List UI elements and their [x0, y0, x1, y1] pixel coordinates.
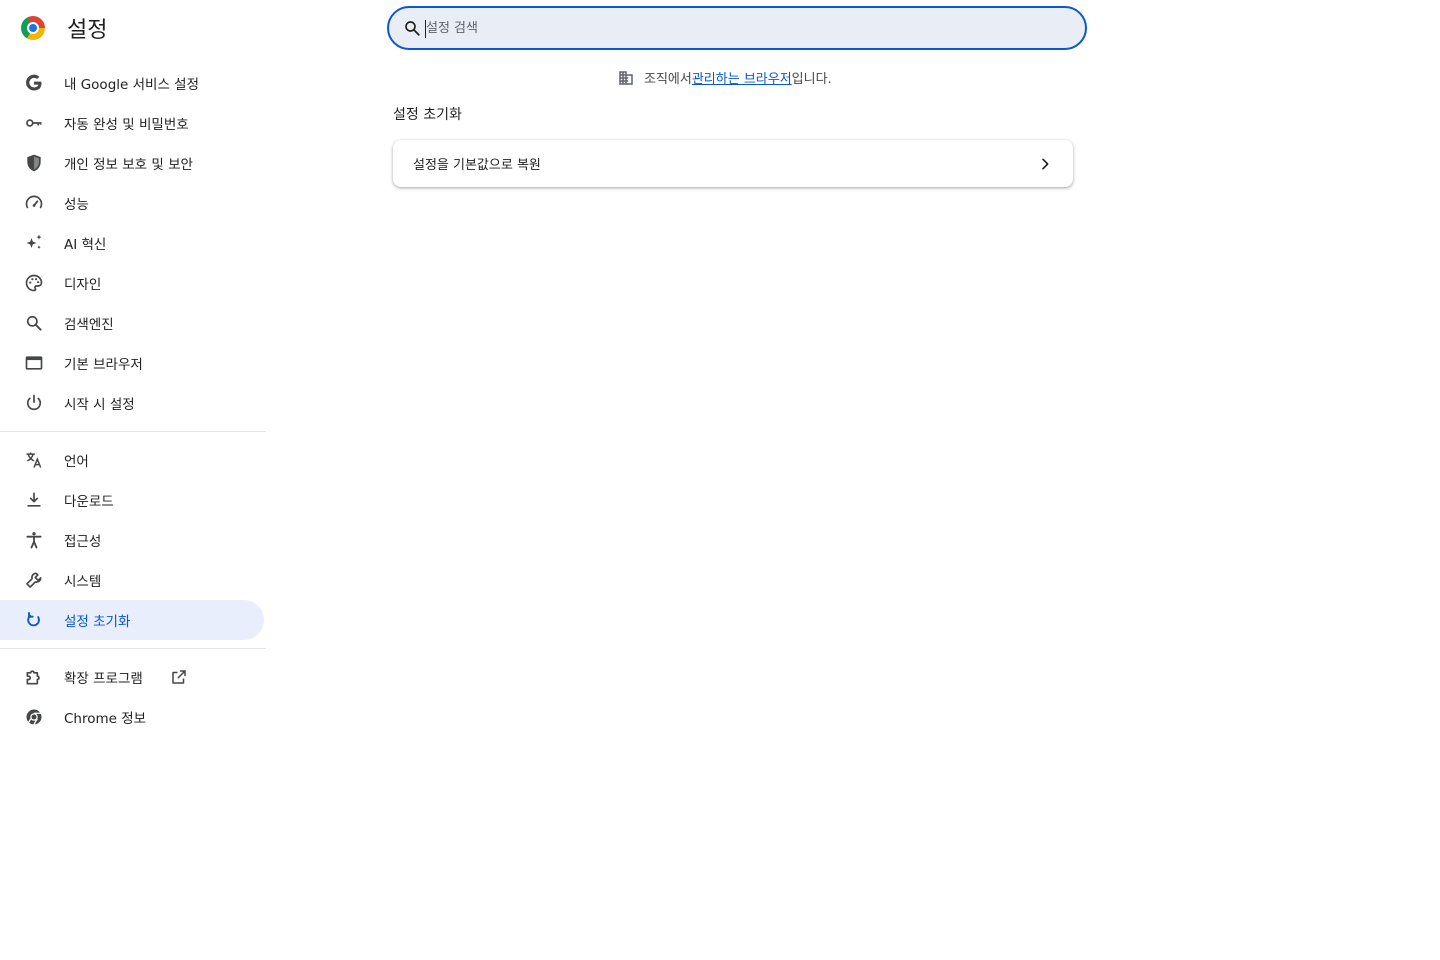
sidebar-item-key[interactable]: 자동 완성 및 비밀번호: [0, 103, 264, 143]
download-icon: [24, 490, 44, 510]
open-in-new-icon: [170, 668, 186, 684]
sidebar-item-power[interactable]: 시작 시 설정: [0, 383, 264, 423]
sidebar-item-accessibility[interactable]: 접근성: [0, 520, 264, 560]
sidebar-divider: [0, 431, 266, 432]
managed-prefix: 조직에서: [644, 72, 692, 87]
sidebar-item-palette[interactable]: 디자인: [0, 263, 264, 303]
sidebar-item-label: AI 혁신: [64, 237, 107, 253]
sidebar-item-label: 다운로드: [64, 494, 114, 510]
sidebar-item-translate[interactable]: 언어: [0, 440, 264, 480]
sidebar-item-label: 확장 프로그램: [64, 671, 143, 687]
search-icon: [405, 21, 420, 36]
sidebar-item-chrome[interactable]: Chrome 정보: [0, 697, 264, 737]
sidebar-item-google[interactable]: 내 Google 서비스 설정: [0, 63, 264, 103]
sidebar-item-label: 검색엔진: [64, 317, 114, 333]
sidebar-item-label: 시스템: [64, 574, 102, 590]
building-icon: [619, 70, 633, 85]
sidebar-item-label: 디자인: [64, 277, 102, 293]
sparkle-icon: [24, 233, 44, 253]
chrome-logo: [21, 16, 45, 40]
sidebar-item-search[interactable]: 검색엔진: [0, 303, 264, 343]
sidebar-item-label: 언어: [64, 454, 89, 470]
sidebar-item-download[interactable]: 다운로드: [0, 480, 264, 520]
palette-icon: [24, 273, 44, 293]
sidebar-item-speedometer[interactable]: 성능: [0, 183, 264, 223]
accessibility-icon: [24, 530, 44, 550]
managed-suffix: 입니다.: [791, 72, 832, 87]
sidebar-item-label: 기본 브라우저: [64, 357, 143, 373]
key-icon: [24, 113, 44, 133]
sidebar-item-sparkle[interactable]: AI 혁신: [0, 223, 264, 263]
speedometer-icon: [24, 193, 44, 213]
reset-icon: [24, 610, 44, 630]
sidebar: 내 Google 서비스 설정자동 완성 및 비밀번호개인 정보 보호 및 보안…: [0, 63, 268, 737]
sidebar-item-shield[interactable]: 개인 정보 보호 및 보안: [0, 143, 264, 183]
google-icon: [24, 73, 44, 93]
sidebar-divider: [0, 648, 266, 649]
restore-defaults-row[interactable]: 설정을 기본값으로 복원: [393, 140, 1073, 187]
chevron-right-icon: [1042, 158, 1049, 169]
power-icon: [24, 393, 44, 413]
sidebar-item-label: 시작 시 설정: [64, 397, 135, 413]
restore-defaults-label: 설정을 기본값으로 복원: [413, 158, 541, 173]
sidebar-item-label: Chrome 정보: [64, 711, 147, 727]
page-title: 설정: [67, 18, 108, 43]
wrench-icon: [24, 570, 44, 590]
sidebar-item-puzzle[interactable]: 확장 프로그램: [0, 657, 264, 697]
chrome-icon: [24, 707, 44, 727]
managed-browser-link[interactable]: 관리하는 브라우저: [692, 68, 792, 87]
sidebar-item-label: 내 Google 서비스 설정: [64, 77, 199, 93]
sidebar-item-label: 자동 완성 및 비밀번호: [64, 117, 189, 133]
section-title: 설정 초기화: [393, 107, 462, 123]
settings-search-box[interactable]: [387, 6, 1087, 50]
sidebar-item-browser-window[interactable]: 기본 브라우저: [0, 343, 264, 383]
sidebar-item-label: 개인 정보 보호 및 보안: [64, 157, 193, 173]
sidebar-item-label: 설정 초기화: [64, 614, 131, 630]
translate-icon: [24, 450, 44, 470]
sidebar-item-reset[interactable]: 설정 초기화: [0, 600, 264, 640]
sidebar-item-wrench[interactable]: 시스템: [0, 560, 264, 600]
search-icon: [24, 313, 44, 333]
sidebar-item-label: 접근성: [64, 534, 102, 550]
puzzle-icon: [24, 667, 44, 687]
browser-window-icon: [24, 353, 44, 373]
managed-browser-notice: 조직에서 관리하는 브라우저 입니다.: [617, 68, 832, 87]
shield-icon: [24, 153, 44, 173]
sidebar-item-label: 성능: [64, 197, 89, 213]
text-caret: [425, 20, 426, 38]
search-input[interactable]: [426, 20, 1026, 36]
